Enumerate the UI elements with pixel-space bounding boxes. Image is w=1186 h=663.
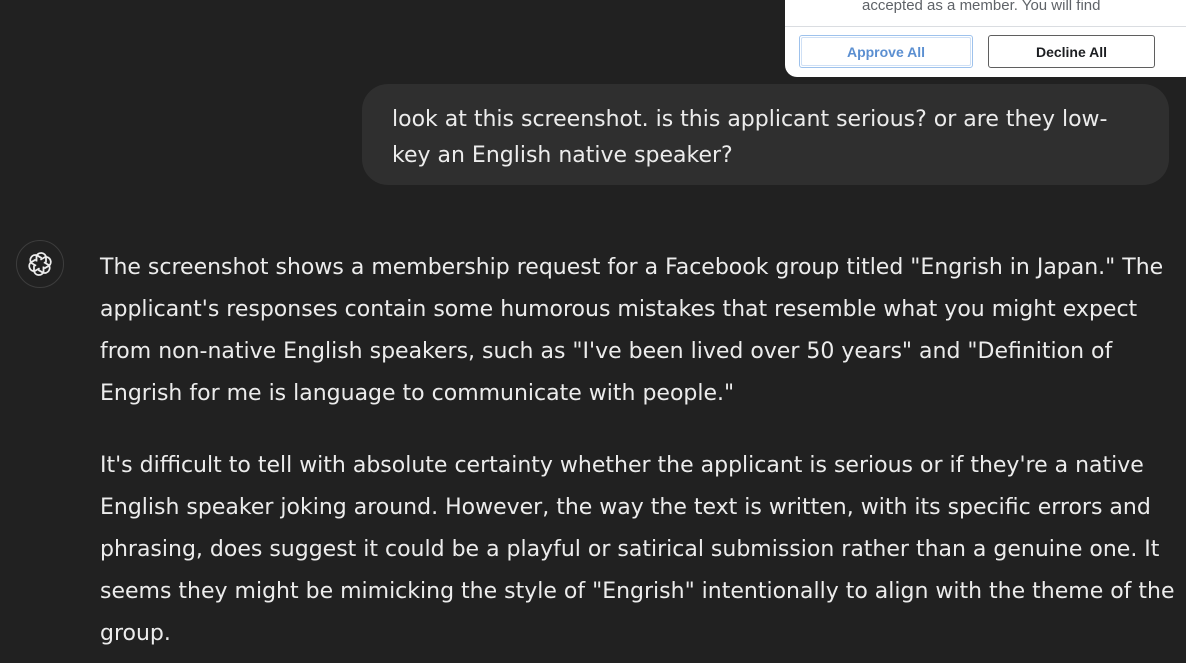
user-message-text: look at this screenshot. is this applica… bbox=[392, 107, 1108, 168]
screenshot-divider bbox=[785, 26, 1186, 27]
assistant-paragraph: The screenshot shows a membership reques… bbox=[100, 255, 1164, 406]
assistant-avatar bbox=[16, 240, 64, 288]
assistant-message: The screenshot shows a membership reques… bbox=[100, 247, 1175, 663]
user-message-bubble: look at this screenshot. is this applica… bbox=[362, 84, 1169, 185]
approve-all-button[interactable]: Approve All bbox=[799, 35, 973, 68]
screenshot-rules-text: have to agree to the rules to be accepte… bbox=[862, 0, 1101, 14]
assistant-paragraph: It's difficult to tell with absolute cer… bbox=[100, 453, 1175, 646]
openai-logo-icon bbox=[28, 252, 52, 276]
decline-all-button[interactable]: Decline All bbox=[988, 35, 1155, 68]
attached-screenshot[interactable]: have to agree to the rules to be accepte… bbox=[785, 0, 1186, 77]
